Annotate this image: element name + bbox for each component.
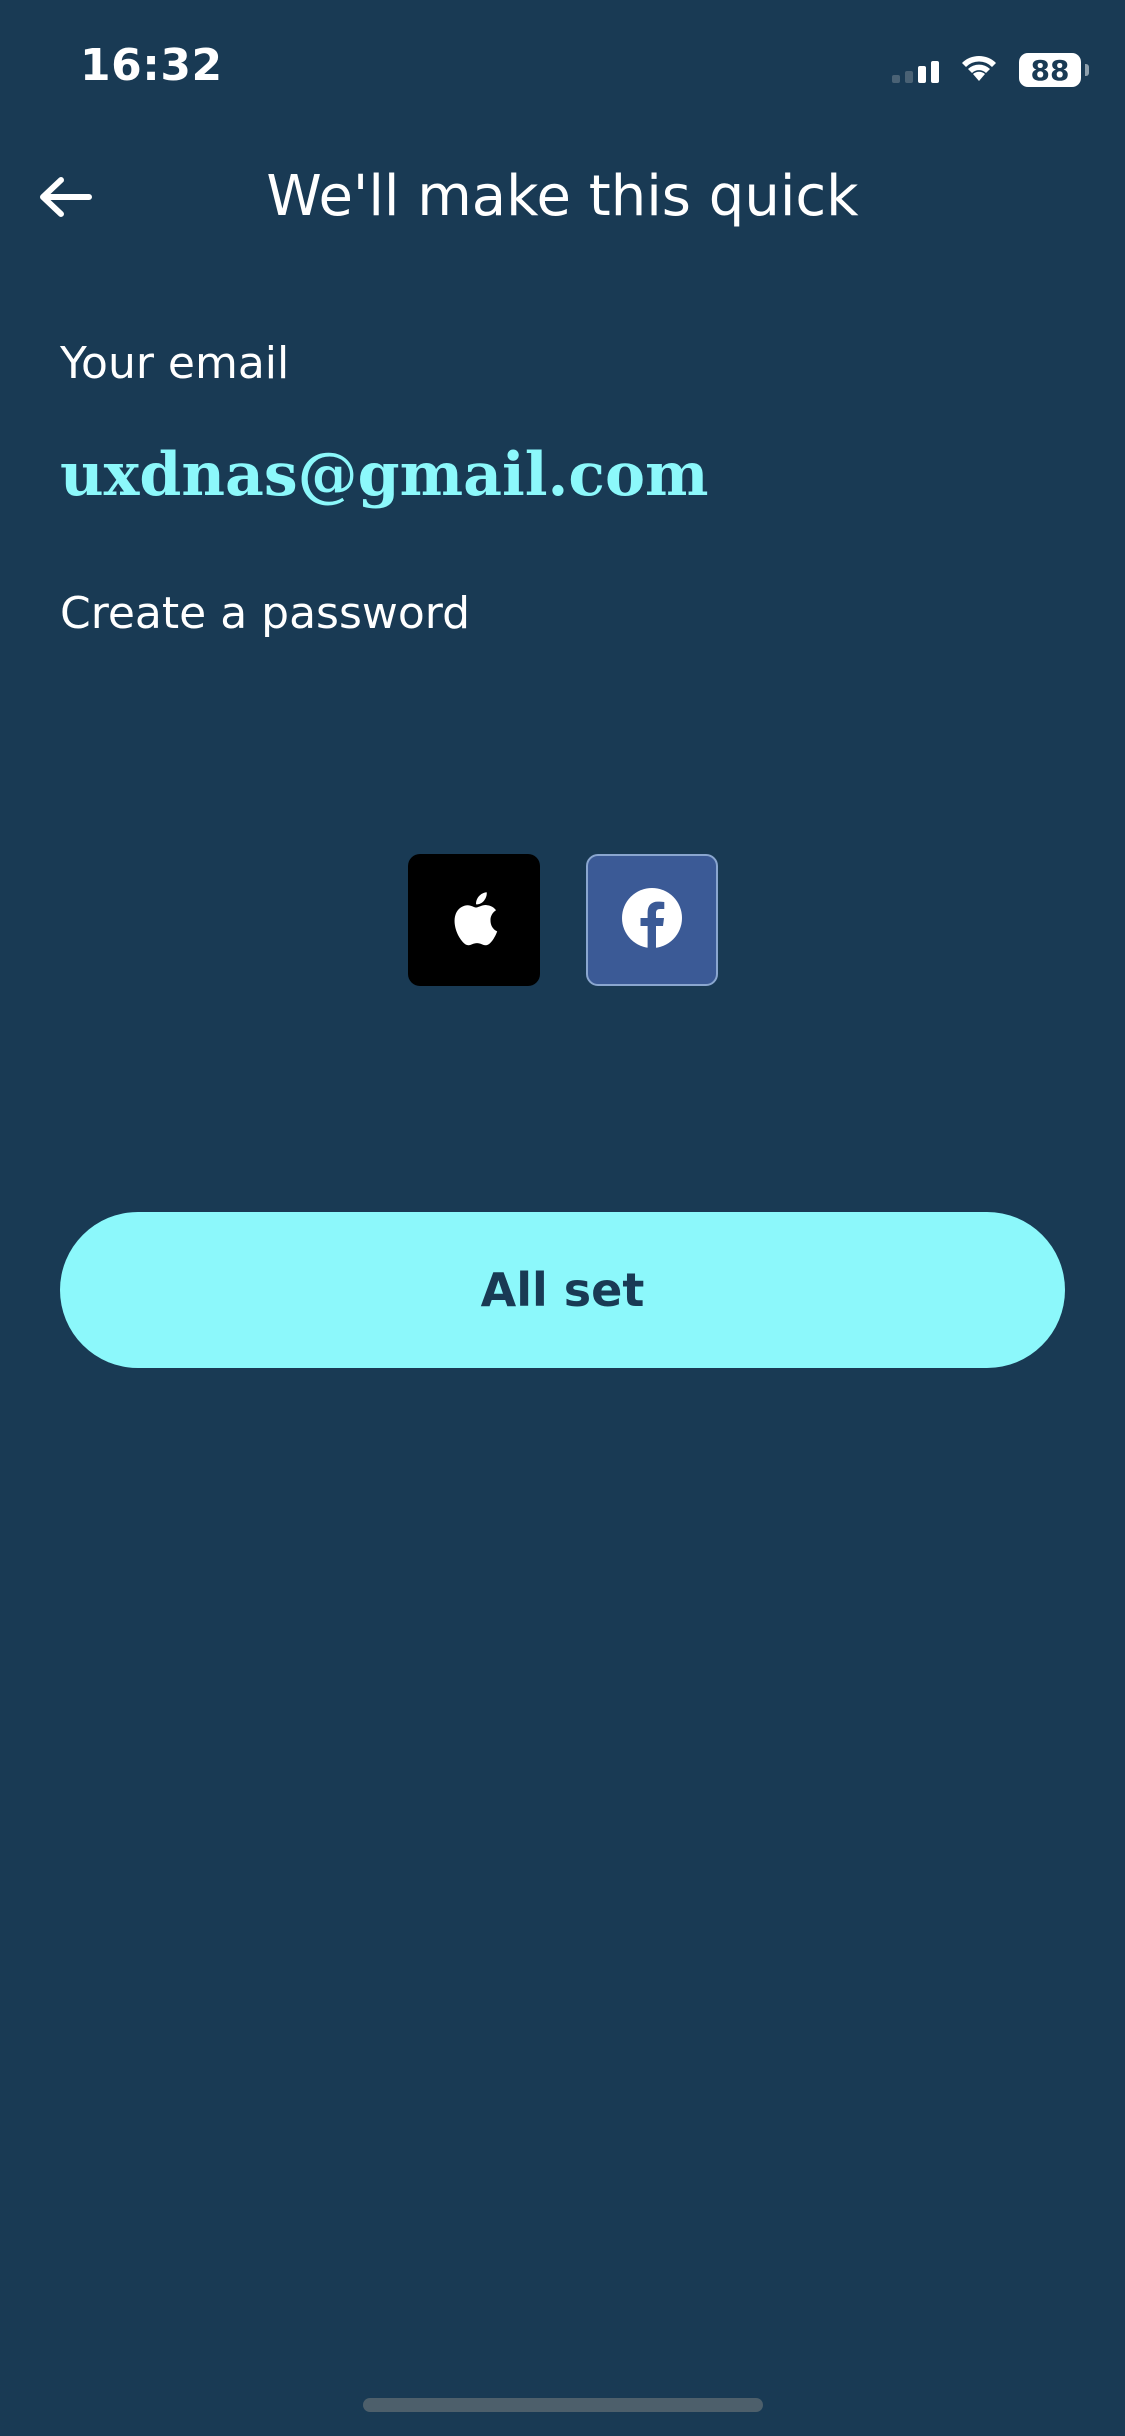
- apple-login-button[interactable]: [407, 854, 540, 986]
- battery-level: 88: [1030, 53, 1070, 87]
- battery-icon: 88: [1019, 53, 1089, 87]
- cellular-signal-icon: [892, 57, 939, 83]
- email-value: uxdnas@gmail.com: [60, 440, 709, 510]
- all-set-button[interactable]: All set: [60, 1212, 1065, 1368]
- password-field[interactable]: [60, 660, 1065, 750]
- home-indicator: [363, 2398, 763, 2412]
- social-login-row: [0, 854, 1125, 986]
- facebook-icon: [620, 886, 684, 954]
- page-title: We'll make this quick: [266, 164, 859, 229]
- status-icons: 88: [892, 48, 1089, 92]
- password-label: Create a password: [60, 588, 471, 639]
- facebook-login-button[interactable]: [585, 854, 718, 986]
- status-time: 16:32: [80, 40, 223, 91]
- apple-icon: [448, 887, 500, 953]
- wifi-icon: [957, 51, 1001, 89]
- status-bar: 16:32 88: [0, 0, 1125, 140]
- email-label: Your email: [60, 338, 290, 389]
